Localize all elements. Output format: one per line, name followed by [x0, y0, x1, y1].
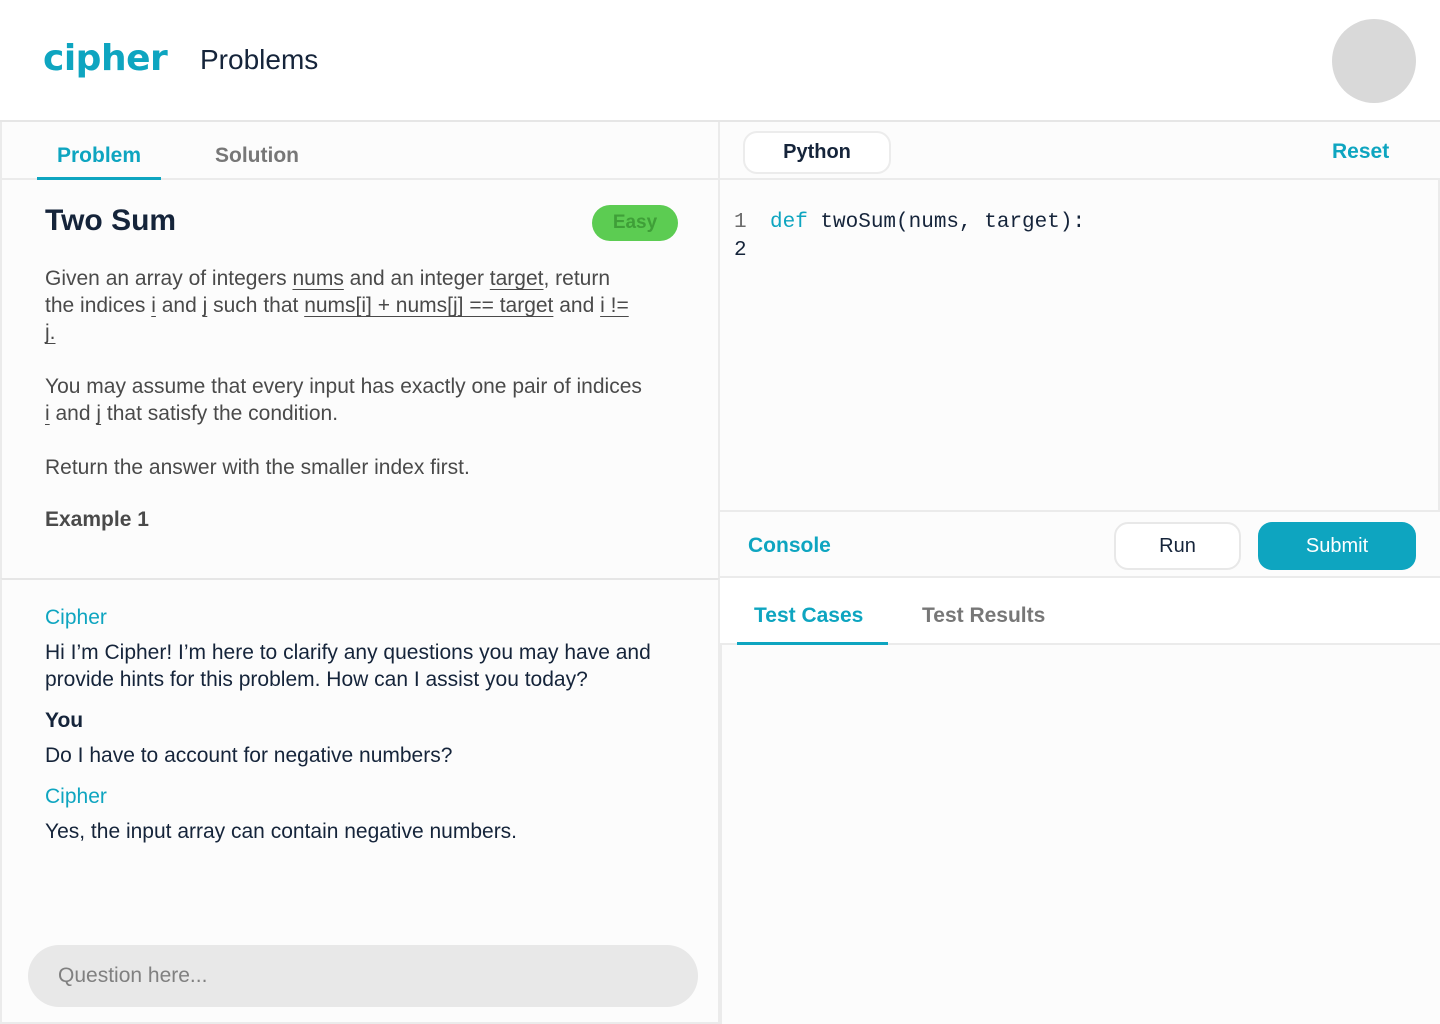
problem-description-paragraph: You may assume that every input has exac…	[45, 373, 645, 427]
text: that satisfy the condition.	[101, 402, 339, 425]
question-input[interactable]	[28, 945, 698, 1007]
text: and	[553, 294, 601, 317]
code-editor[interactable]: 1 def twoSum(nums, target): 2	[720, 180, 1440, 512]
code-line: 2	[734, 237, 770, 265]
chat-message: Cipher Yes, the input array can contain …	[45, 783, 705, 845]
difficulty-badge: Easy	[592, 205, 678, 241]
text: such that	[207, 294, 305, 317]
test-panel: Test Cases Test Results	[720, 578, 1440, 1024]
active-tab-indicator	[37, 177, 161, 180]
tab-test-results[interactable]: Test Results	[922, 604, 1045, 628]
text: Given an array of integers	[45, 267, 293, 290]
text: and	[155, 294, 203, 317]
chat-messages: Cipher Hi I’m Cipher! I’m here to clarif…	[45, 604, 705, 859]
example-heading: Example 1	[45, 508, 149, 531]
message-text: Hi I’m Cipher! I’m here to clarify any q…	[45, 641, 651, 691]
reset-button[interactable]: Reset	[1332, 140, 1389, 164]
assistant-chat-panel: Cipher Hi I’m Cipher! I’m here to clarif…	[0, 578, 720, 1024]
submit-button[interactable]: Submit	[1258, 522, 1416, 570]
code-term: nums[i] + nums[j] == target	[304, 294, 554, 317]
console-toggle[interactable]: Console	[748, 534, 831, 558]
tab-solution[interactable]: Solution	[215, 144, 299, 168]
code-text: twoSum(nums, target):	[807, 211, 1086, 234]
problem-title: Two Sum	[45, 204, 177, 237]
message-author: You	[45, 709, 84, 732]
line-number: 2	[734, 239, 747, 262]
code-term: nums	[292, 267, 344, 290]
language-select-button[interactable]: Python	[743, 131, 891, 174]
line-number: 1	[734, 211, 747, 234]
problem-description-paragraph: Return the answer with the smaller index…	[45, 456, 470, 479]
run-button[interactable]: Run	[1114, 522, 1241, 570]
logo[interactable]: cipher	[43, 38, 168, 79]
problem-description-paragraph: Given an array of integers nums and an i…	[45, 265, 645, 346]
problem-tabs: Problem Solution	[2, 122, 718, 180]
message-text: Do I have to account for negative number…	[45, 744, 453, 767]
text: and	[49, 402, 97, 425]
test-tabs: Test Cases Test Results	[720, 578, 1440, 645]
chat-message: Cipher Hi I’m Cipher! I’m here to clarif…	[45, 604, 705, 693]
tab-problem[interactable]: Problem	[57, 144, 141, 168]
code-term: target	[489, 267, 544, 290]
code-keyword: def	[770, 211, 808, 234]
problem-panel: Problem Solution Two Sum Easy Given an a…	[0, 122, 720, 578]
message-text: Yes, the input array can contain negativ…	[45, 820, 518, 843]
console-bar: Console Run Submit	[720, 512, 1440, 578]
tab-test-cases[interactable]: Test Cases	[754, 604, 863, 628]
message-author: Cipher	[45, 785, 107, 808]
top-header: cipher Problems	[0, 0, 1440, 122]
editor-toolbar: Python Reset	[720, 122, 1440, 180]
user-avatar[interactable]	[1332, 19, 1416, 103]
code-line: 1 def twoSum(nums, target):	[734, 209, 1085, 237]
chat-message: You Do I have to account for negative nu…	[45, 707, 705, 769]
message-author: Cipher	[45, 606, 107, 629]
text: You may assume that every input has exac…	[45, 375, 642, 398]
text: and an integer	[343, 267, 490, 290]
test-cases-content	[720, 645, 1440, 1024]
nav-problems-link[interactable]: Problems	[200, 44, 318, 76]
